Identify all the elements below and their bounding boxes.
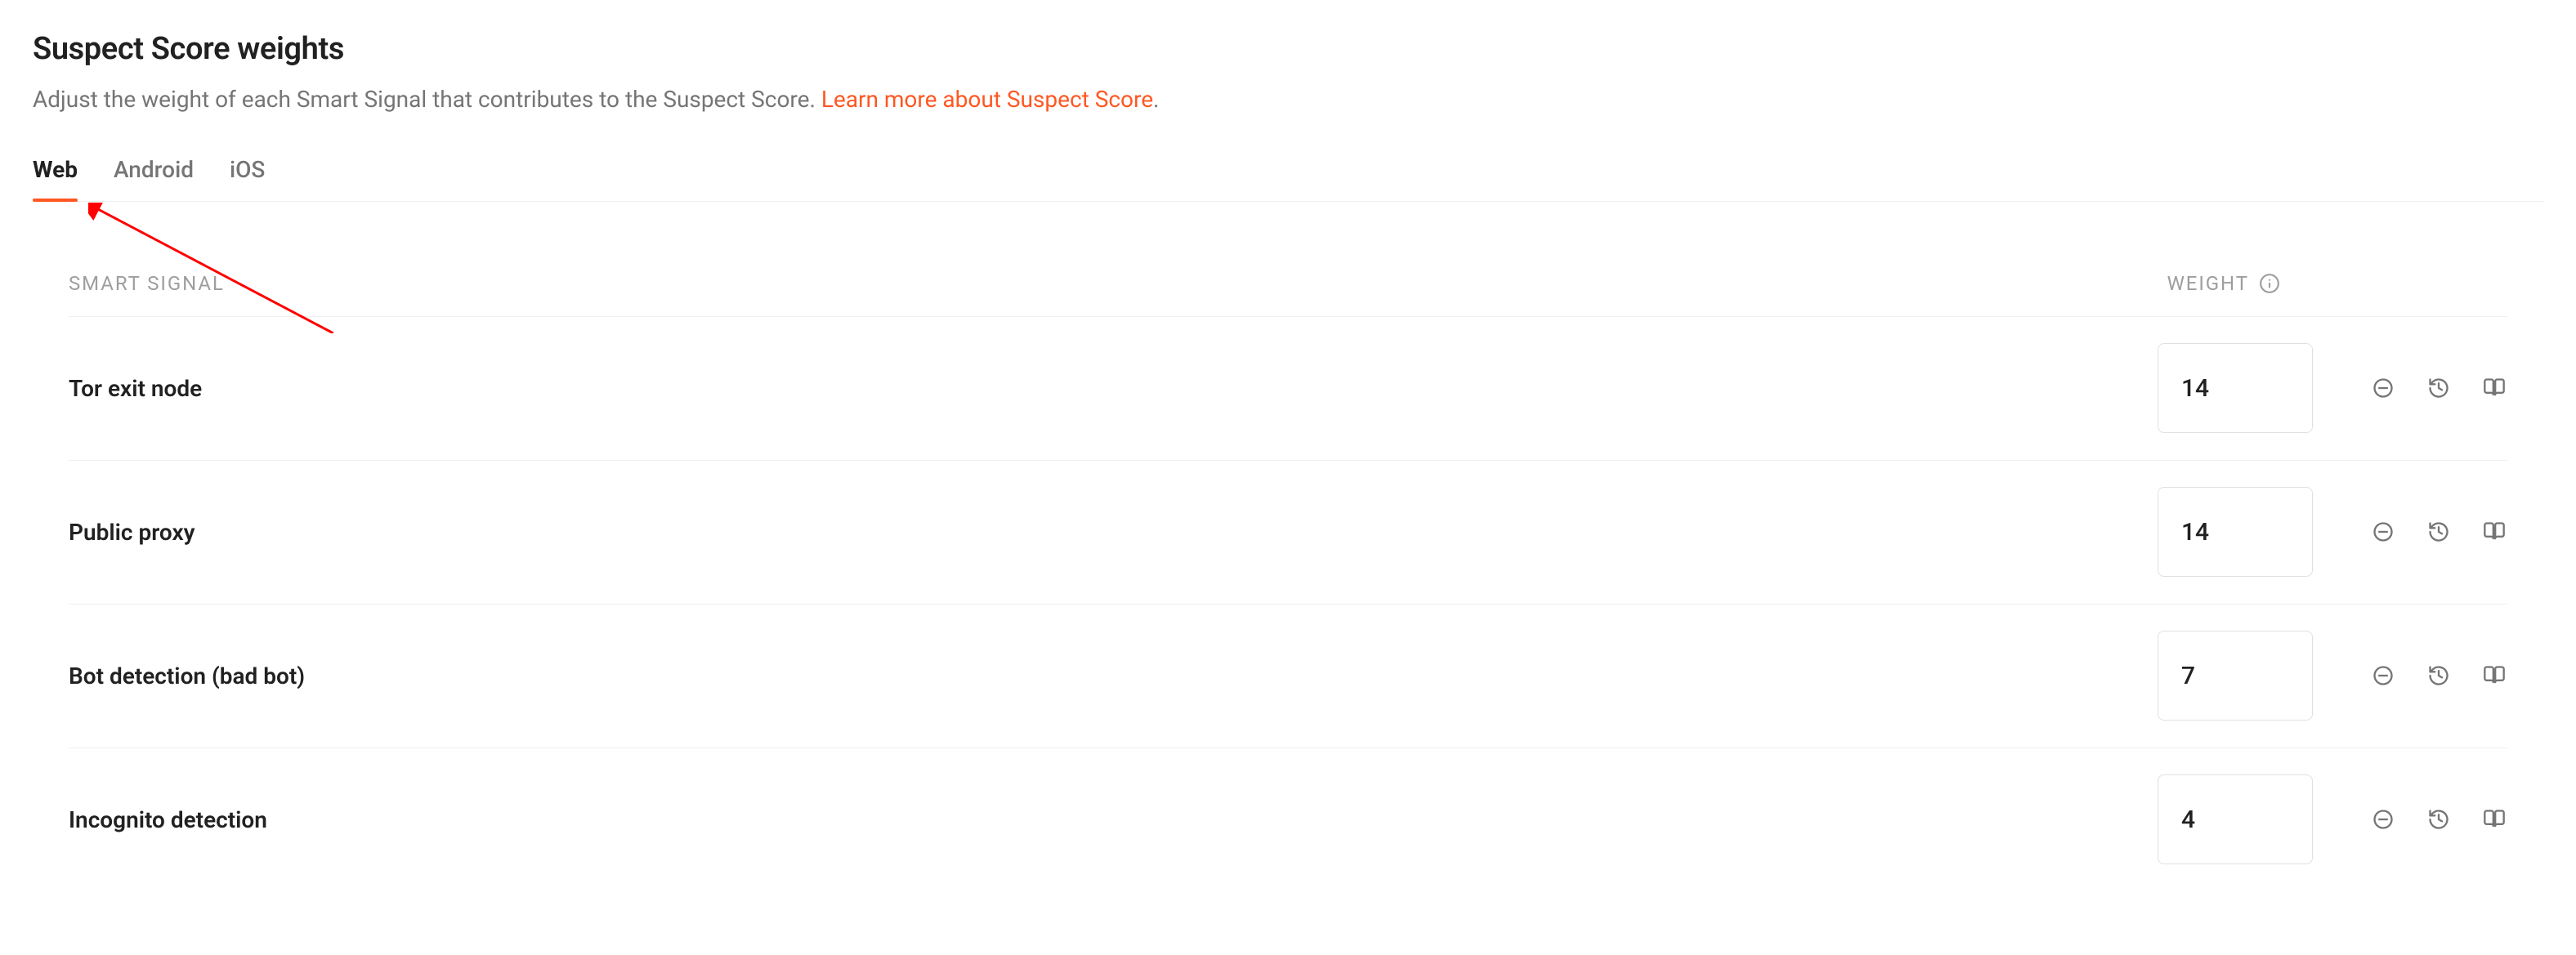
- disable-icon[interactable]: [2370, 375, 2396, 401]
- page-subtitle: Adjust the weight of each Smart Signal t…: [33, 83, 2543, 115]
- signal-label: Tor exit node: [69, 375, 2158, 402]
- signal-label: Incognito detection: [69, 806, 2158, 833]
- tab-android[interactable]: Android: [114, 156, 194, 201]
- tabs: Web Android iOS: [33, 156, 2543, 202]
- signal-row: Public proxy: [69, 460, 2507, 604]
- learn-more-link[interactable]: Learn more about Suspect Score: [821, 86, 1153, 113]
- panel-header: Smart Signal Weight: [69, 272, 2507, 316]
- docs-icon[interactable]: [2481, 519, 2507, 545]
- history-icon[interactable]: [2426, 806, 2452, 832]
- docs-icon[interactable]: [2481, 663, 2507, 689]
- subtitle-suffix: .: [1153, 86, 1159, 113]
- weights-panel: Smart Signal Weight Tor exit node: [33, 239, 2543, 924]
- info-icon[interactable]: [2259, 273, 2280, 294]
- signal-row: Bot detection (bad bot): [69, 604, 2507, 747]
- signal-label: Public proxy: [69, 519, 2158, 546]
- disable-icon[interactable]: [2370, 519, 2396, 545]
- history-icon[interactable]: [2426, 663, 2452, 689]
- disable-icon[interactable]: [2370, 806, 2396, 832]
- weight-input[interactable]: [2158, 487, 2313, 577]
- column-header-signal: Smart Signal: [69, 272, 225, 295]
- weight-input[interactable]: [2158, 343, 2313, 433]
- tab-web[interactable]: Web: [33, 156, 78, 201]
- column-header-weight: Weight: [2167, 272, 2249, 295]
- history-icon[interactable]: [2426, 375, 2452, 401]
- signal-label: Bot detection (bad bot): [69, 663, 2158, 689]
- subtitle-text: Adjust the weight of each Smart Signal t…: [33, 86, 821, 113]
- history-icon[interactable]: [2426, 519, 2452, 545]
- docs-icon[interactable]: [2481, 375, 2507, 401]
- weight-input[interactable]: [2158, 774, 2313, 864]
- page-title: Suspect Score weights: [33, 31, 2543, 69]
- signal-row: Tor exit node: [69, 316, 2507, 460]
- weight-input[interactable]: [2158, 631, 2313, 721]
- tab-ios[interactable]: iOS: [230, 156, 265, 201]
- signal-row: Incognito detection: [69, 747, 2507, 891]
- disable-icon[interactable]: [2370, 663, 2396, 689]
- docs-icon[interactable]: [2481, 806, 2507, 832]
